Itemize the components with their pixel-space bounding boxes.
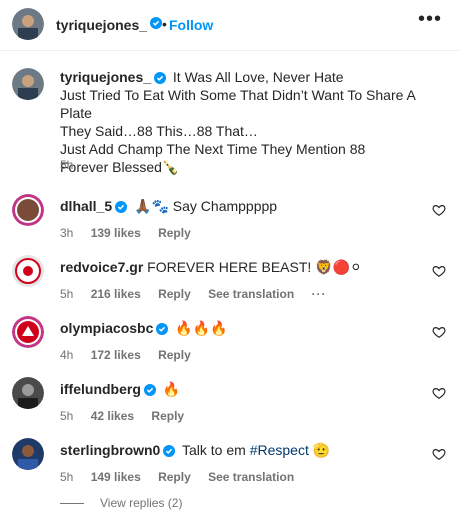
comment-likes[interactable]: 139 likes	[91, 226, 141, 240]
comment-text: iffelundberg 🔥	[60, 381, 180, 398]
comment-meta: 5h 216 likes Reply See translation ···	[60, 287, 341, 301]
comment-text: olympiacosbc 🔥🔥🔥	[60, 320, 228, 337]
reply-button[interactable]: Reply	[158, 226, 191, 240]
post-header: tyriquejones_ • Follow •••	[0, 0, 460, 51]
comment-body: 🙏🏾🐾 Say Champpppp	[134, 198, 278, 214]
comment-body: 🔥🔥🔥	[175, 320, 228, 336]
see-translation-button[interactable]: See translation	[208, 470, 294, 484]
avatar[interactable]	[12, 316, 44, 348]
comment-likes[interactable]: 216 likes	[91, 287, 141, 301]
comment-timestamp[interactable]: 5h	[60, 470, 73, 484]
comment-meta: 4h 172 likes Reply	[60, 348, 205, 362]
avatar[interactable]	[12, 194, 44, 226]
comment-timestamp[interactable]: 4h	[60, 348, 73, 362]
heart-icon[interactable]	[432, 325, 446, 339]
comment-meta: 3h 139 likes Reply	[60, 226, 205, 240]
view-replies-button[interactable]: View replies (2)	[60, 496, 182, 510]
avatar[interactable]	[12, 377, 44, 409]
heart-icon[interactable]	[432, 386, 446, 400]
caption-timestamp[interactable]: 5h	[60, 158, 73, 172]
avatar[interactable]	[12, 68, 44, 100]
caption-line: Forever Blessed🍾	[60, 159, 180, 175]
comment-body: FOREVER HERE BEAST! 🦁🔴⚪	[147, 259, 362, 275]
heart-icon[interactable]	[432, 203, 446, 217]
comment-body: Talk to em	[182, 442, 246, 458]
caption-line: Just Add Champ The Next Time They Mentio…	[60, 141, 366, 157]
comment-text: dlhall_5 🙏🏾🐾 Say Champpppp	[60, 198, 277, 215]
avatar[interactable]	[12, 8, 44, 40]
comment-username[interactable]: redvoice7.gr	[60, 259, 143, 275]
see-translation-button[interactable]: See translation	[208, 287, 294, 301]
avatar[interactable]	[12, 255, 44, 287]
comment-username[interactable]: olympiacosbc	[60, 320, 153, 336]
reply-button[interactable]: Reply	[151, 409, 184, 423]
comment-likes[interactable]: 172 likes	[91, 348, 141, 362]
verified-badge-icon	[163, 445, 176, 457]
comment-username[interactable]: dlhall_5	[60, 198, 112, 214]
comment-username[interactable]: iffelundberg	[60, 381, 141, 397]
comment-item: olympiacosbc 🔥🔥🔥 4h 172 likes Reply	[0, 312, 460, 372]
comment-text: sterlingbrown0 Talk to em #Respect 🫡	[60, 442, 330, 459]
reply-button[interactable]: Reply	[158, 348, 191, 362]
divider-line	[60, 503, 84, 505]
comment-emoji: 🫡	[312, 442, 331, 458]
comment-meta: 5h 42 likes Reply	[60, 409, 198, 423]
post-username[interactable]: tyriquejones_	[56, 17, 147, 33]
heart-icon[interactable]	[432, 264, 446, 278]
comment-item: dlhall_5 🙏🏾🐾 Say Champpppp 3h 139 likes …	[0, 190, 460, 250]
verified-badge-icon	[143, 384, 156, 396]
reply-button[interactable]: Reply	[158, 470, 191, 484]
verified-badge-icon	[154, 72, 167, 84]
view-replies-label: View replies (2)	[100, 496, 183, 510]
comment-timestamp[interactable]: 5h	[60, 287, 73, 301]
comment-timestamp[interactable]: 3h	[60, 226, 73, 240]
heart-icon[interactable]	[432, 447, 446, 461]
hashtag-link[interactable]: #Respect	[250, 442, 309, 458]
verified-badge-icon	[150, 17, 162, 29]
comment-likes[interactable]: 42 likes	[91, 409, 134, 423]
avatar[interactable]	[12, 438, 44, 470]
caption-line: Just Tried To Eat With Some That Didn’t …	[60, 87, 416, 121]
reply-button[interactable]: Reply	[158, 287, 191, 301]
verified-badge-icon	[115, 201, 128, 213]
comment-text: redvoice7.gr FOREVER HERE BEAST! 🦁🔴⚪	[60, 259, 362, 276]
more-options-icon[interactable]: ···	[312, 287, 327, 301]
verified-badge-icon	[156, 323, 169, 335]
comment-likes[interactable]: 149 likes	[91, 470, 141, 484]
caption-text: tyriquejones_ It Was All Love, Never Hat…	[60, 68, 450, 176]
comment-username[interactable]: sterlingbrown0	[60, 442, 160, 458]
comment-meta: 5h 149 likes Reply See translation	[60, 470, 308, 484]
caption-line: They Said…88 This…88 That…	[60, 123, 258, 139]
caption-line: It Was All Love, Never Hate	[172, 69, 344, 85]
more-options-icon[interactable]: •••	[418, 8, 442, 31]
separator-dot: •	[162, 16, 167, 32]
comment-item: iffelundberg 🔥 5h 42 likes Reply	[0, 373, 460, 433]
caption-username[interactable]: tyriquejones_	[60, 69, 151, 85]
comment-item: redvoice7.gr FOREVER HERE BEAST! 🦁🔴⚪ 5h …	[0, 251, 460, 311]
comment-timestamp[interactable]: 5h	[60, 409, 73, 423]
comment-body: 🔥	[162, 381, 181, 397]
comment-item: sterlingbrown0 Talk to em #Respect 🫡 5h …	[0, 434, 460, 494]
follow-button[interactable]: Follow	[169, 17, 213, 33]
